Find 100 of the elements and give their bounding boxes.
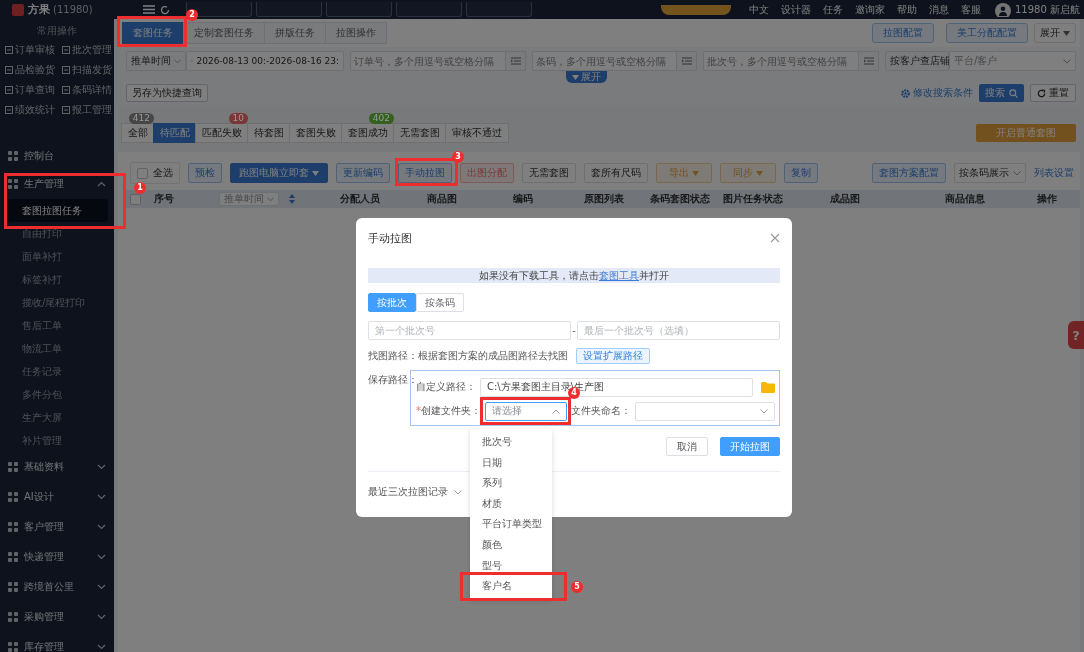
expand-toggle[interactable]: 展开 [565, 71, 607, 83]
custom-path-label: 自定义路径： [416, 380, 476, 394]
chevron-down-icon[interactable] [454, 489, 462, 495]
quick-action[interactable]: 条码详情 [57, 80, 114, 100]
avatar-icon[interactable] [995, 2, 1011, 17]
save-query-button[interactable]: 另存为快捷查询 [126, 84, 208, 102]
dropdown-option[interactable]: 日期 [470, 452, 552, 474]
page-tab[interactable]: 定制套图任务 [183, 22, 265, 44]
toolbar-button[interactable]: 跑图电脑立即套 [230, 163, 328, 183]
submenu-item[interactable]: 套图拉图任务 [8, 199, 108, 222]
tool-link[interactable]: 套图工具 [599, 269, 639, 281]
search-button[interactable]: 搜索 [979, 84, 1024, 102]
page-tab[interactable]: 拼版任务 [264, 22, 326, 44]
menu-item[interactable]: 客户管理 [0, 512, 114, 542]
menu-item[interactable]: AI设计 [0, 482, 114, 512]
status-tab[interactable]: 套图成功 [341, 123, 395, 143]
page-tab[interactable]: 套图任务 [122, 22, 184, 44]
close-icon[interactable] [770, 233, 780, 243]
quick-action[interactable]: 报工管理 [57, 100, 114, 120]
toolbar-button[interactable]: 预检 [188, 163, 222, 183]
mode-tab[interactable]: 按批次 [368, 293, 416, 312]
dropdown-option[interactable]: 材质 [470, 493, 552, 515]
extend-path-button[interactable]: 设置扩展路径 [576, 348, 650, 364]
status-tab[interactable]: 待匹配 [153, 123, 197, 143]
quick-action[interactable]: 绩效统计 [0, 100, 57, 120]
folder-select[interactable]: 请选择 [485, 401, 567, 421]
dropdown-option[interactable]: 系列 [470, 473, 552, 494]
status-tab[interactable]: 匹配失败 [195, 123, 249, 143]
status-tab[interactable]: 待套图 [247, 123, 291, 143]
menu-item[interactable]: 基础资料 [0, 452, 114, 482]
toolbar-button[interactable]: 更新编码 [336, 163, 390, 183]
grid-icon [8, 552, 18, 562]
folder-naming-select[interactable] [635, 401, 775, 421]
page-tab[interactable]: 拉图操作 [325, 22, 387, 44]
config-button[interactable]: 美工分配配置 [946, 23, 1028, 43]
checkbox[interactable] [137, 167, 148, 179]
reset-button[interactable]: 重置 [1030, 84, 1076, 102]
user-name[interactable]: 11980 新启航 [1015, 2, 1080, 17]
dropdown-option[interactable]: 客户名 [470, 576, 552, 597]
header-link[interactable]: 任务 [823, 2, 843, 17]
menu-item[interactable]: 采购管理 [0, 602, 114, 632]
status-tab[interactable]: 套图失败 [289, 123, 343, 143]
quick-action[interactable]: 批次管理 [57, 40, 114, 60]
header-link[interactable]: 邀询家 [855, 2, 885, 17]
date-range-field[interactable]: 2026-08-13 00:-2026-08-16 23: [186, 51, 344, 71]
folder-icon[interactable] [761, 381, 775, 393]
header-link[interactable]: 中文 [749, 2, 769, 17]
toolbar-button[interactable]: 套所有尺码 [584, 163, 648, 183]
history-toggle[interactable]: 最近三次拉图记录 [368, 485, 448, 499]
quick-action[interactable]: 订单审核 [0, 40, 57, 60]
header-link[interactable]: 设计器 [781, 2, 811, 17]
promo-banner[interactable] [661, 4, 731, 15]
display-mode-select[interactable]: 按条码展示 [954, 163, 1026, 183]
toolbar-button[interactable]: 手动拉图 [398, 163, 452, 183]
menu-item[interactable]: 库存管理 [0, 632, 114, 652]
list-button[interactable] [506, 51, 526, 71]
sort-icon[interactable] [289, 194, 295, 204]
quick-action[interactable]: 订单查询 [0, 80, 57, 100]
list-button[interactable] [859, 51, 879, 71]
row-checkbox[interactable] [129, 193, 141, 205]
status-tab[interactable]: 无需套图 [393, 123, 447, 143]
select-all-checkbox[interactable]: 全选 [130, 162, 180, 184]
dropdown-option[interactable]: 平台订单类型 [470, 514, 552, 535]
start-pull-button[interactable]: 开始拉图 [720, 437, 780, 456]
list-settings-link[interactable]: 列表设置 [1034, 166, 1074, 180]
header-link[interactable]: 客服 [961, 2, 981, 17]
column-header: 操作 [1036, 192, 1058, 206]
edit-conditions-link[interactable]: 修改搜索条件 [901, 86, 973, 100]
expand-button[interactable]: 展开 [1034, 23, 1076, 43]
menu-item[interactable]: 跨境首公里 [0, 572, 114, 602]
cancel-button[interactable]: 取消 [666, 437, 708, 456]
quick-action[interactable]: 扫描发货 [57, 60, 114, 80]
dropdown-option[interactable]: 型号 [470, 555, 552, 577]
toolbar-button[interactable]: 复制 [784, 163, 818, 183]
quick-action[interactable]: 品检验货 [0, 60, 57, 80]
square-icon [62, 66, 70, 74]
refresh-icon[interactable] [159, 4, 170, 15]
grid-icon [8, 462, 18, 472]
header-tab[interactable] [185, 2, 252, 17]
list-icon [863, 57, 874, 65]
create-folder-label: *创建文件夹： [416, 404, 481, 418]
help-button[interactable]: ? [1068, 321, 1084, 349]
dropdown-option[interactable]: 批次号 [470, 432, 552, 453]
header-link[interactable]: 消息 [929, 2, 949, 17]
menu-icon[interactable] [142, 5, 155, 14]
list-button[interactable] [677, 51, 697, 71]
scheme-config-button[interactable]: 套图方案配置 [872, 163, 946, 183]
menu-item[interactable]: 生产管理 [0, 169, 114, 199]
menu-item[interactable]: 快递管理 [0, 542, 114, 572]
column-header: 图片任务状态 [722, 192, 784, 206]
shop-mode-select[interactable]: 按客户查店铺 [885, 51, 949, 71]
config-button[interactable]: 拉图配置 [872, 23, 934, 43]
time-type-select[interactable]: 推单时间 [126, 51, 186, 71]
toolbar-button[interactable]: 无需套图 [522, 163, 576, 183]
status-tab[interactable]: 审核不通过 [445, 123, 509, 143]
mode-tab[interactable]: 按条码 [416, 293, 464, 312]
header-link[interactable]: 帮助 [897, 2, 917, 17]
status-tab[interactable]: 全部 [121, 123, 155, 143]
menu-item[interactable]: 控制台 [0, 142, 114, 169]
dropdown-option[interactable]: 颜色 [470, 534, 552, 556]
